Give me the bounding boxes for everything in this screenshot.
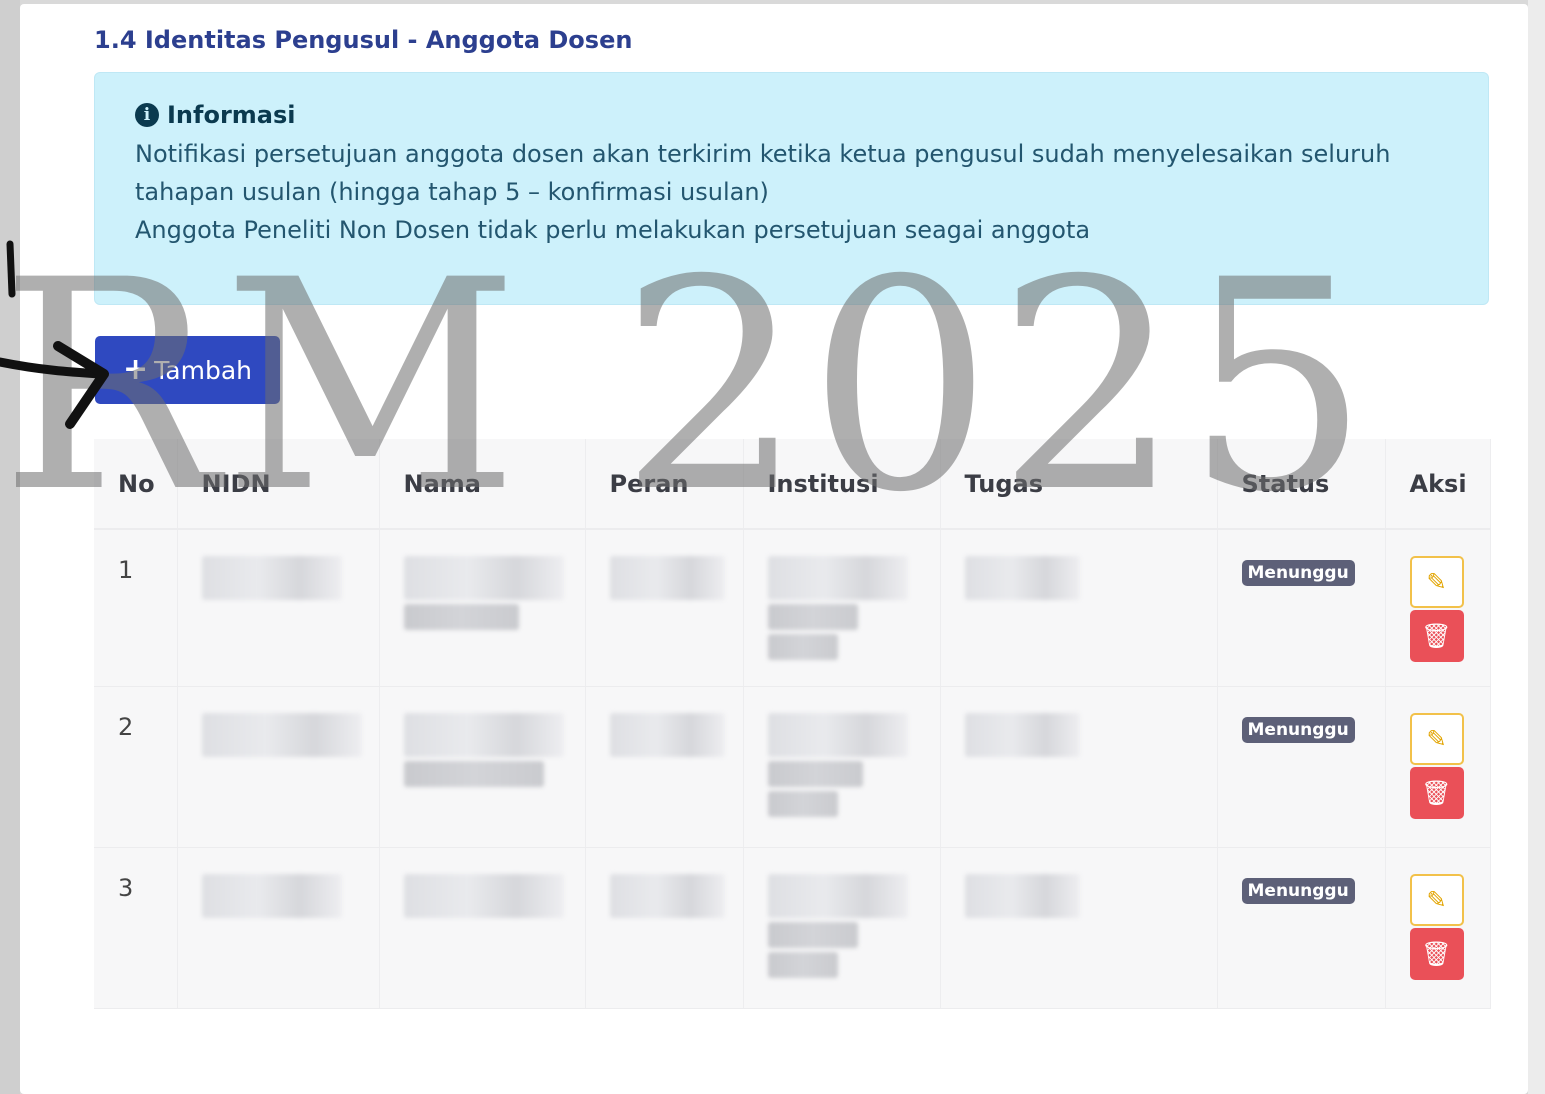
cell-nama-redacted [379, 529, 586, 687]
status-badge: Menunggu [1241, 560, 1355, 586]
col-status: Status [1217, 439, 1386, 530]
info-icon: i [135, 103, 159, 127]
cell-peran-redacted [585, 686, 744, 848]
table-row: 3 Menunggu ✎ 🗑 [94, 847, 1491, 1009]
cell-nama-redacted [379, 847, 586, 1009]
col-nama: Nama [379, 439, 586, 530]
action-group: ✎ 🗑 [1409, 873, 1490, 980]
section-title: 1.4 Identitas Pengusul - Anggota Dosen [94, 26, 633, 54]
cell-nidn-redacted [177, 529, 380, 687]
alert-line-2: Anggota Peneliti Non Dosen tidak perlu m… [135, 216, 1091, 244]
alert-body: Notifikasi persetujuan anggota dosen aka… [135, 135, 1465, 249]
pencil-icon: ✎ [1426, 885, 1447, 914]
col-nidn: NIDN [177, 439, 380, 530]
cell-status: Menunggu [1217, 529, 1386, 687]
alert-header: i Informasi [135, 101, 296, 129]
col-no: No [94, 439, 178, 530]
cell-no: 2 [94, 686, 178, 848]
arrow-annotation [0, 240, 109, 429]
cell-tugas-redacted [940, 847, 1218, 1009]
edit-button[interactable]: ✎ [1409, 712, 1464, 765]
table-row: 2 Menunggu ✎ 🗑 [94, 686, 1491, 848]
trash-icon: 🗑 [1421, 778, 1452, 807]
edit-button[interactable]: ✎ [1409, 873, 1464, 926]
member-table: No NIDN Nama Peran Institusi Tugas Statu… [94, 439, 1491, 1009]
cell-nama-redacted [379, 686, 586, 848]
alert-title: Informasi [167, 101, 296, 129]
cell-no: 1 [94, 529, 178, 687]
content-card: 1.4 Identitas Pengusul - Anggota Dosen i… [0, 4, 1528, 1094]
cell-institusi-redacted [743, 847, 941, 1009]
cell-tugas-redacted [940, 529, 1218, 687]
right-edge [1528, 0, 1545, 1094]
page: 1.4 Identitas Pengusul - Anggota Dosen i… [0, 0, 1545, 1094]
status-badge: Menunggu [1241, 716, 1355, 743]
pencil-icon: ✎ [1426, 568, 1447, 596]
col-peran: Peran [585, 439, 744, 530]
cell-institusi-redacted [743, 529, 941, 687]
table-row: 1 Menunggu ✎ 🗑 [94, 529, 1491, 687]
cell-tugas-redacted [940, 686, 1218, 848]
cell-nidn-redacted [177, 847, 380, 1009]
delete-button[interactable]: 🗑 [1409, 766, 1464, 819]
col-tugas: Tugas [940, 439, 1218, 530]
status-badge: Menunggu [1241, 877, 1355, 904]
delete-button[interactable]: 🗑 [1409, 610, 1464, 662]
info-alert: i Informasi Notifikasi persetujuan anggo… [94, 72, 1489, 305]
alert-line-1: Notifikasi persetujuan anggota dosen aka… [135, 140, 1391, 206]
table-header-row: No NIDN Nama Peran Institusi Tugas Statu… [94, 439, 1491, 530]
cell-nidn-redacted [177, 686, 380, 848]
action-group: ✎ 🗑 [1409, 712, 1490, 819]
cell-status: Menunggu [1217, 686, 1386, 848]
cell-peran-redacted [585, 529, 744, 687]
edit-button[interactable]: ✎ [1409, 556, 1464, 608]
action-group: ✎ 🗑 [1409, 556, 1490, 662]
cell-status: Menunggu [1217, 847, 1386, 1009]
trash-icon: 🗑 [1421, 622, 1452, 650]
cell-peran-redacted [585, 847, 744, 1009]
left-edge [0, 0, 20, 1094]
cell-aksi: ✎ 🗑 [1385, 529, 1491, 687]
cell-no: 3 [94, 847, 178, 1009]
cell-aksi: ✎ 🗑 [1385, 686, 1491, 848]
col-institusi: Institusi [743, 439, 941, 530]
trash-icon: 🗑 [1421, 939, 1452, 968]
col-aksi: Aksi [1385, 439, 1491, 530]
delete-button[interactable]: 🗑 [1409, 927, 1464, 980]
cell-institusi-redacted [743, 686, 941, 848]
add-button-label: Tambah [154, 355, 252, 385]
cell-aksi: ✎ 🗑 [1385, 847, 1491, 1009]
pencil-icon: ✎ [1426, 724, 1447, 753]
